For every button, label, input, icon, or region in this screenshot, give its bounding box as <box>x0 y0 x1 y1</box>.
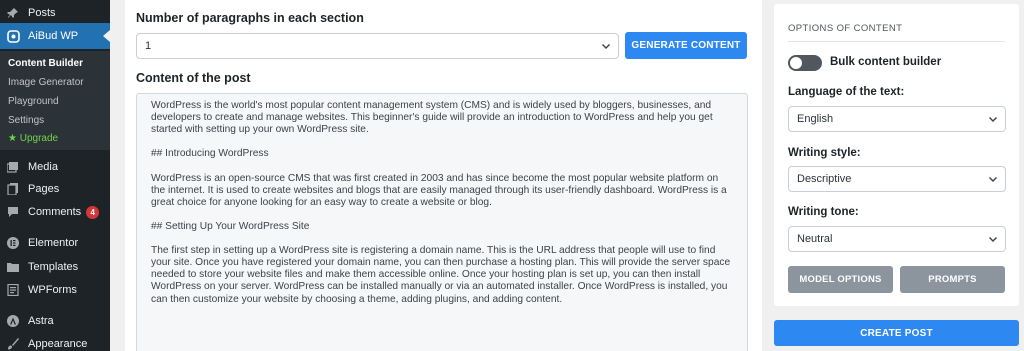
sidebar-item-appearance[interactable]: Appearance <box>0 331 110 351</box>
writing-tone-label: Writing tone: <box>788 206 859 218</box>
sidebar-item-label: Elementor <box>28 237 79 249</box>
comments-icon <box>6 205 20 219</box>
post-content-textarea[interactable]: WordPress is the world's most popular co… <box>136 93 748 351</box>
options-panel: OPTIONS OF CONTENT Bulk content builder … <box>774 4 1019 306</box>
sidebar-item-label: Templates <box>28 261 79 273</box>
media-icon <box>6 160 20 174</box>
comments-count-badge: 4 <box>86 205 100 219</box>
writing-style-select-value: Descriptive <box>797 173 852 185</box>
create-post-button[interactable]: CREATE POST <box>774 320 1019 346</box>
content-paragraph: WordPress is an open-source CMS that was… <box>151 172 727 208</box>
chevron-down-icon <box>989 177 997 182</box>
content-heading: ## Setting Up Your WordPress Site <box>151 220 310 232</box>
content-paragraph: WordPress is the world's most popular co… <box>151 100 713 136</box>
elementor-icon <box>6 236 20 250</box>
sidebar-item-label: Appearance <box>28 338 88 350</box>
writing-style-select[interactable]: Descriptive <box>788 166 1006 192</box>
sidebar-item-label: Pages <box>28 183 60 195</box>
options-divider <box>788 41 1005 42</box>
paragraphs-label: Number of paragraphs in each section <box>136 11 364 25</box>
wpforms-icon <box>6 283 20 297</box>
sidebar-item-elementor[interactable]: Elementor <box>0 230 110 256</box>
content-builder-panel: Number of paragraphs in each section 1 G… <box>125 0 762 351</box>
admin-sidebar: Posts AiBud WP Content Builder Image Gen… <box>0 0 110 351</box>
sidebar-item-aibud-wp[interactable]: AiBud WP <box>0 23 110 49</box>
options-title: OPTIONS OF CONTENT <box>788 23 903 34</box>
sidebar-item-label: Comments <box>28 206 82 218</box>
chevron-down-icon <box>989 237 997 242</box>
language-select[interactable]: English <box>788 106 1006 132</box>
sidebar-item-label: AiBud WP <box>28 30 79 42</box>
aibud-submenu: Content Builder Image Generator Playgrou… <box>0 51 110 150</box>
sidebar-item-comments[interactable]: Comments 4 <box>0 199 110 225</box>
sidebar-item-label: Astra <box>28 315 54 327</box>
submenu-settings[interactable]: Settings <box>8 115 44 126</box>
generate-content-button[interactable]: GENERATE CONTENT <box>625 32 747 59</box>
brush-icon <box>6 337 20 351</box>
pages-icon <box>6 182 20 196</box>
submenu-upgrade[interactable]: ★ Upgrade <box>8 133 58 144</box>
prompts-button[interactable]: PROMPTS <box>900 266 1005 293</box>
writing-tone-select[interactable]: Neutral <box>788 226 1006 252</box>
submenu-content-builder[interactable]: Content Builder <box>8 58 83 69</box>
submenu-image-generator[interactable]: Image Generator <box>8 77 84 88</box>
content-label: Content of the post <box>136 71 251 85</box>
model-options-button[interactable]: MODEL OPTIONS <box>788 266 893 293</box>
paragraphs-select[interactable]: 1 <box>136 33 619 59</box>
chevron-down-icon <box>989 117 997 122</box>
paragraphs-select-value: 1 <box>145 40 152 52</box>
content-heading: ## Introducing WordPress <box>151 148 269 160</box>
bulk-content-toggle[interactable] <box>788 55 822 71</box>
language-select-value: English <box>797 113 834 125</box>
submenu-playground[interactable]: Playground <box>8 96 59 107</box>
writing-style-label: Writing style: <box>788 147 861 159</box>
toggle-knob <box>790 57 802 69</box>
chevron-down-icon <box>602 44 610 49</box>
pin-icon <box>6 6 20 20</box>
sidebar-item-label: Posts <box>28 7 56 19</box>
upgrade-label: Upgrade <box>19 133 59 144</box>
language-label: Language of the text: <box>788 86 905 98</box>
writing-tone-select-value: Neutral <box>797 233 833 245</box>
bulk-content-label: Bulk content builder <box>830 56 942 68</box>
aibud-icon <box>6 29 20 43</box>
content-paragraph: The first step in setting up a WordPress… <box>151 245 731 305</box>
folder-icon <box>6 260 20 274</box>
sidebar-item-label: Media <box>28 161 58 173</box>
sidebar-item-label: WPForms <box>28 284 77 296</box>
star-icon: ★ <box>8 133 17 144</box>
sidebar-item-wpforms[interactable]: WPForms <box>0 277 110 303</box>
astra-icon <box>6 314 20 328</box>
